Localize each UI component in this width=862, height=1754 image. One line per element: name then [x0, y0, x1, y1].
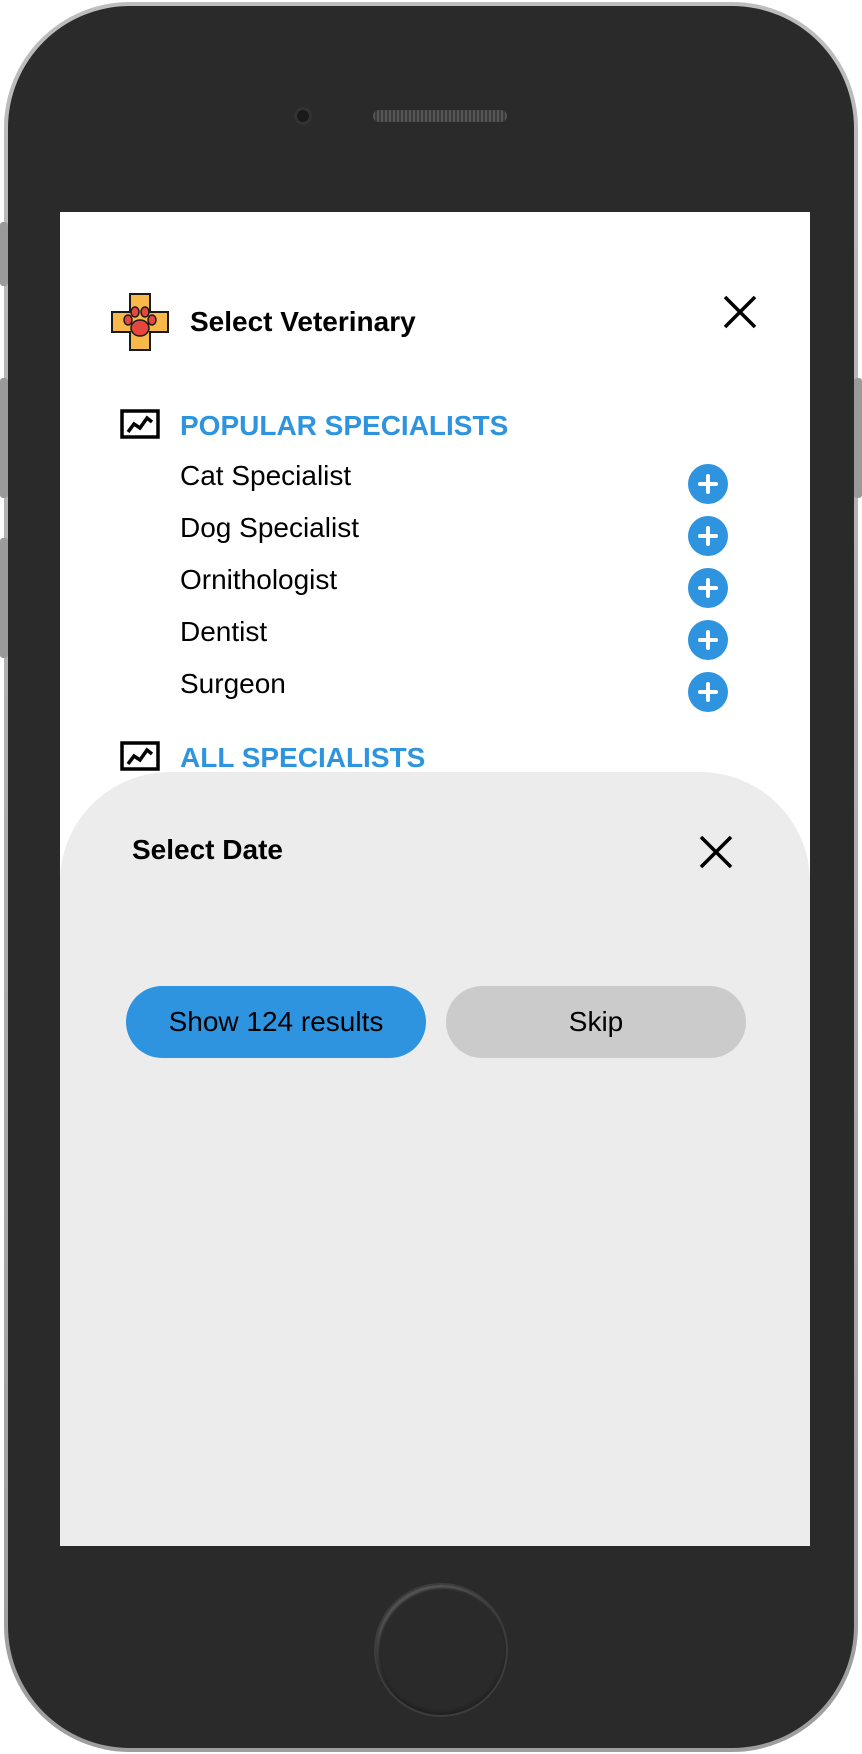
close-icon[interactable]	[720, 292, 760, 332]
list-item-label: Ornithologist	[180, 564, 338, 595]
add-icon[interactable]	[688, 464, 728, 504]
power-button[interactable]	[854, 378, 862, 498]
list-item-label: Dog Specialist	[180, 512, 359, 543]
add-icon[interactable]	[688, 516, 728, 556]
close-icon[interactable]	[696, 832, 736, 872]
list-item-label: Surgeon	[180, 668, 286, 699]
section-title: ALL SPECIALISTS	[180, 742, 426, 773]
skip-button[interactable]: Skip	[446, 986, 746, 1058]
show-results-button[interactable]: Show 124 results	[126, 986, 426, 1058]
add-icon[interactable]	[688, 568, 728, 608]
section-title: POPULAR SPECIALISTS	[180, 410, 509, 441]
chart-icon	[120, 740, 160, 774]
sheet-title: Select Date	[132, 834, 283, 865]
select-date-sheet: Select Date Show 124 results Skip	[60, 772, 810, 1546]
list-item[interactable]: Dentist	[180, 616, 740, 668]
volume-up-button[interactable]	[0, 378, 8, 498]
list-item-label: Dentist	[180, 616, 268, 647]
list-item[interactable]: Ornithologist	[180, 564, 740, 616]
popular-specialists-list: Cat Specialist Dog Specialist Ornitholog…	[180, 460, 740, 720]
add-icon[interactable]	[688, 672, 728, 712]
earpiece-speaker	[373, 110, 507, 122]
page-title: Select Veterinary	[190, 306, 416, 337]
add-icon[interactable]	[688, 620, 728, 660]
volume-down-button[interactable]	[0, 538, 8, 658]
list-item-label: Cat Specialist	[180, 460, 352, 491]
list-item[interactable]: Dog Specialist	[180, 512, 740, 564]
home-button[interactable]	[374, 1583, 508, 1717]
list-item[interactable]: Surgeon	[180, 668, 740, 720]
list-item[interactable]: Cat Specialist	[180, 460, 740, 512]
paw-cross-icon	[110, 292, 170, 352]
front-camera	[294, 107, 312, 125]
phone-frame: Select Veterinary POPULAR SPECIALISTS Ca…	[0, 2, 862, 1752]
mute-switch[interactable]	[0, 222, 8, 286]
header: Select Veterinary	[110, 292, 760, 356]
app-screen: Select Veterinary POPULAR SPECIALISTS Ca…	[60, 212, 810, 1546]
chart-icon	[120, 408, 160, 442]
